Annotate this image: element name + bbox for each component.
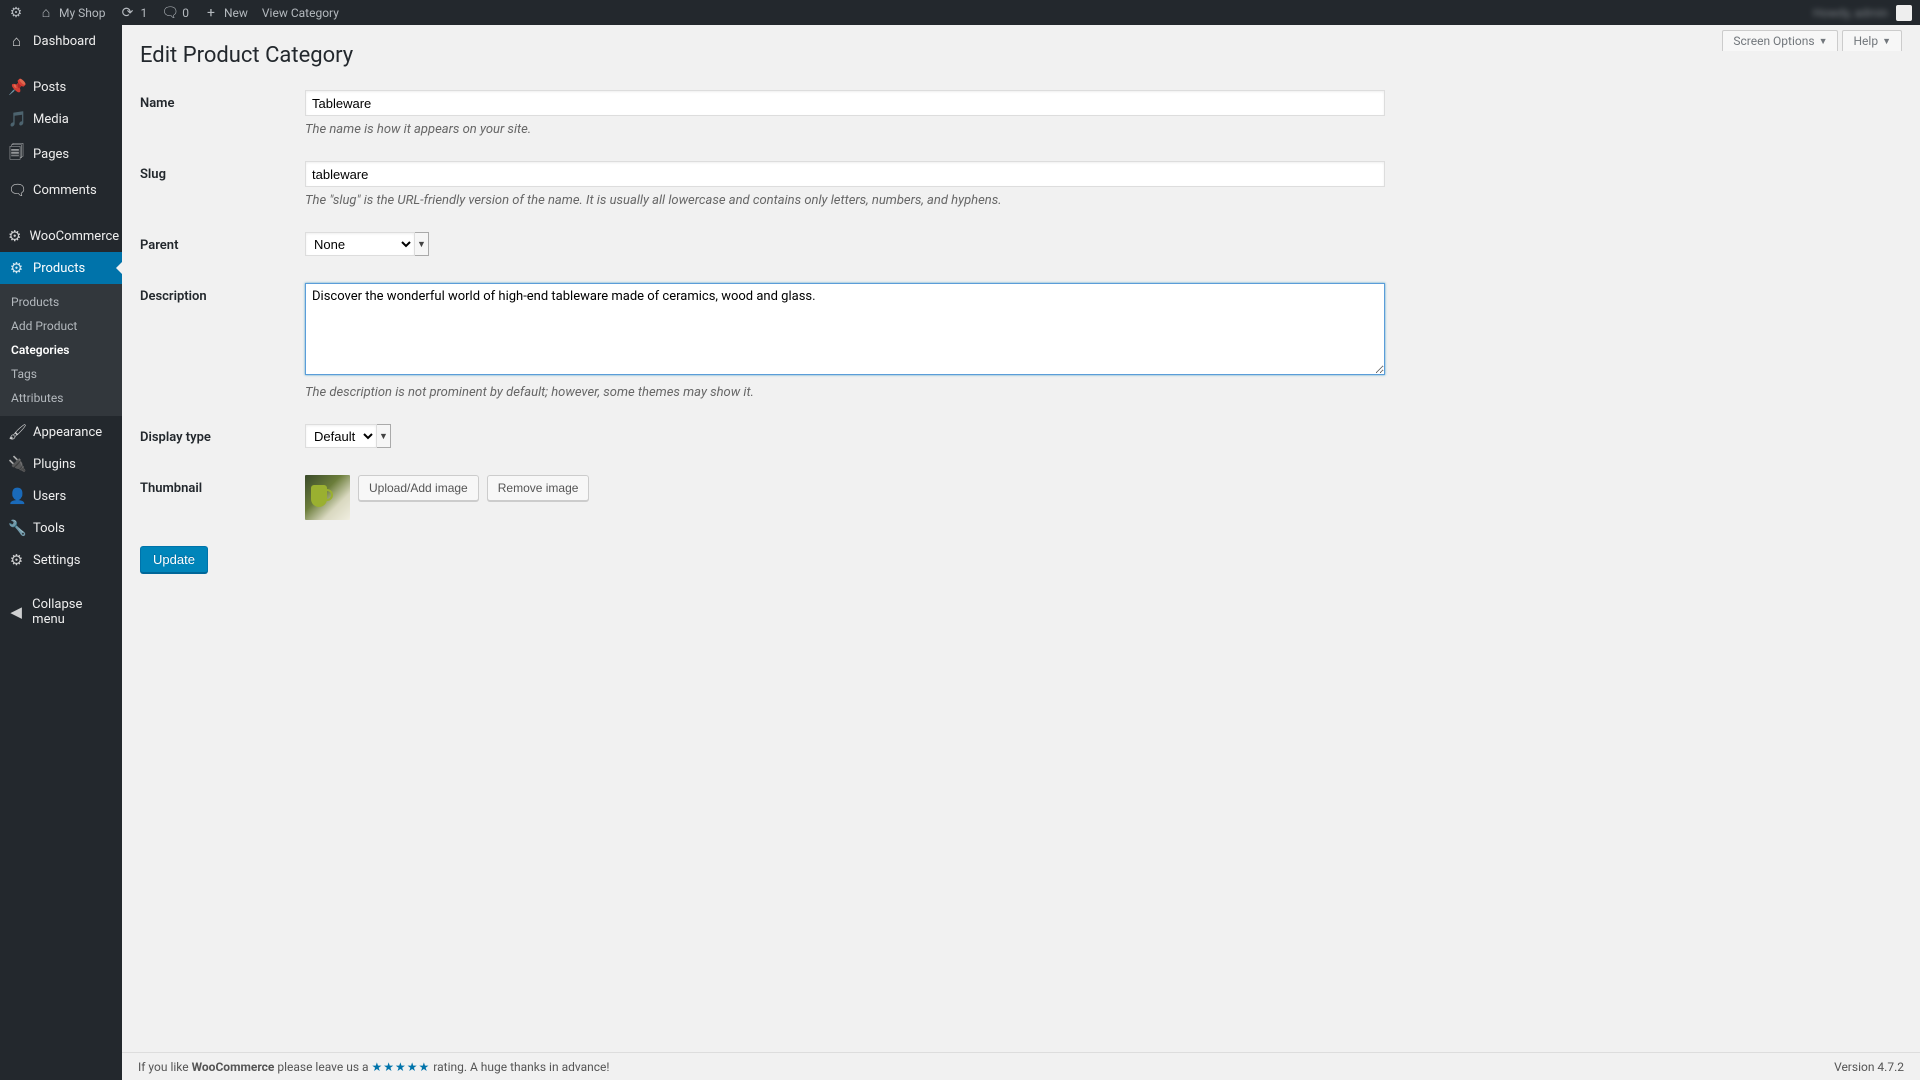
home-icon: ⌂	[38, 4, 54, 21]
tools-icon: 🔧	[8, 519, 25, 537]
name-help: The name is how it appears on your site.	[305, 122, 1385, 137]
sidebar-item-settings[interactable]: ⚙ Settings	[0, 544, 122, 576]
view-category-link[interactable]: View Category	[262, 6, 339, 20]
chevron-down-icon: ▼	[1882, 36, 1891, 47]
menu-label: Products	[33, 261, 85, 276]
menu-label: Posts	[33, 80, 66, 95]
sidebar-item-plugins[interactable]: 🔌 Plugins	[0, 448, 122, 480]
menu-label: WooCommerce	[29, 229, 119, 244]
woo-icon: ⚙	[8, 227, 21, 245]
plus-icon: +	[203, 5, 219, 21]
sidebar-item-tools[interactable]: 🔧 Tools	[0, 512, 122, 544]
description-label: Description	[140, 271, 305, 412]
sidebar-item-users[interactable]: 👤 Users	[0, 480, 122, 512]
name-label: Name	[140, 78, 305, 149]
users-icon: 👤	[8, 487, 25, 505]
menu-label: Dashboard	[33, 34, 96, 49]
wp-logo[interactable]: ⚙	[8, 5, 24, 21]
new-label: New	[224, 6, 248, 20]
parent-select[interactable]: None	[305, 232, 415, 256]
thumbnail-label: Thumbnail	[140, 463, 305, 532]
tab-label: Screen Options	[1733, 34, 1814, 48]
wordpress-icon: ⚙	[8, 5, 24, 21]
updates-count: 1	[140, 6, 147, 20]
view-label: View Category	[262, 6, 339, 20]
remove-image-button[interactable]: Remove image	[487, 475, 590, 501]
menu-label: Collapse menu	[32, 597, 114, 627]
submenu-categories[interactable]: Categories	[0, 338, 122, 362]
upload-image-button[interactable]: Upload/Add image	[358, 475, 479, 501]
help-tab[interactable]: Help ▼	[1842, 30, 1902, 51]
tab-label: Help	[1853, 34, 1878, 48]
sidebar-item-comments[interactable]: 🗨 Comments	[0, 174, 122, 206]
comments-link[interactable]: 🗨0	[161, 5, 189, 21]
site-name: My Shop	[59, 6, 105, 20]
admin-footer: If you like WooCommerce please leave us …	[122, 1052, 1920, 1080]
collapse-icon: ◀	[8, 603, 24, 621]
dashboard-icon: ⌂	[8, 32, 25, 50]
menu-label: Users	[33, 489, 66, 504]
name-input[interactable]	[305, 90, 1385, 116]
menu-label: Media	[33, 112, 69, 127]
sidebar-item-dashboard[interactable]: ⌂ Dashboard	[0, 25, 122, 57]
chevron-down-icon: ▼	[377, 424, 391, 448]
collapse-menu[interactable]: ◀ Collapse menu	[0, 590, 122, 634]
edit-form: Name The name is how it appears on your …	[140, 78, 1902, 532]
media-icon: 🎵	[8, 110, 25, 128]
menu-label: Appearance	[33, 425, 102, 440]
menu-label: Settings	[33, 553, 80, 568]
chevron-down-icon: ▼	[415, 232, 429, 256]
slug-label: Slug	[140, 149, 305, 220]
update-button[interactable]: Update	[140, 546, 208, 573]
settings-icon: ⚙	[8, 551, 25, 569]
main-content: Screen Options ▼ Help ▼ Edit Product Categ…	[122, 25, 1920, 1080]
page-title: Edit Product Category	[140, 25, 1902, 78]
footer-message: If you like WooCommerce please leave us …	[138, 1060, 609, 1074]
thumbnail-preview	[305, 475, 350, 520]
sidebar-item-pages[interactable]: 🗐 Pages	[0, 135, 122, 174]
sidebar-item-posts[interactable]: 📌 Posts	[0, 71, 122, 103]
slug-input[interactable]	[305, 161, 1385, 187]
menu-label: Plugins	[33, 457, 76, 472]
chevron-down-icon: ▼	[1819, 36, 1828, 47]
comment-icon: 🗨	[8, 181, 25, 199]
product-icon: ⚙	[8, 259, 25, 277]
description-help: The description is not prominent by defa…	[305, 385, 1385, 400]
submenu-products[interactable]: Products	[0, 290, 122, 314]
description-textarea[interactable]: Discover the wonderful world of high-end…	[305, 283, 1385, 375]
slug-help: The "slug" is the URL-friendly version o…	[305, 193, 1385, 208]
menu-label: Comments	[33, 183, 97, 198]
brush-icon: 🖌	[8, 423, 25, 441]
user-menu[interactable]: Howdy, admin	[1813, 6, 1888, 20]
page-icon: 🗐	[8, 142, 25, 167]
products-submenu: Products Add Product Categories Tags Att…	[0, 284, 122, 416]
menu-label: Tools	[33, 521, 65, 536]
submenu-tags[interactable]: Tags	[0, 362, 122, 386]
display-type-select[interactable]: Default	[305, 424, 377, 448]
parent-label: Parent	[140, 220, 305, 271]
user-avatar-icon[interactable]	[1896, 5, 1912, 21]
pin-icon: 📌	[8, 78, 25, 96]
updates-link[interactable]: ⟳1	[119, 5, 147, 21]
submenu-attributes[interactable]: Attributes	[0, 386, 122, 410]
admin-sidebar: ⌂ Dashboard 📌 Posts 🎵 Media 🗐 Pages 🗨 Comment…	[0, 25, 122, 1080]
comment-icon: 🗨	[161, 5, 177, 21]
sidebar-item-media[interactable]: 🎵 Media	[0, 103, 122, 135]
new-link[interactable]: + New	[203, 5, 248, 21]
sidebar-item-woocommerce[interactable]: ⚙ WooCommerce	[0, 220, 122, 252]
sidebar-item-appearance[interactable]: 🖌 Appearance	[0, 416, 122, 448]
sidebar-item-products[interactable]: ⚙ Products	[0, 252, 122, 284]
rating-link[interactable]: ★★★★★	[372, 1060, 431, 1074]
display-type-label: Display type	[140, 412, 305, 463]
refresh-icon: ⟳	[119, 5, 135, 21]
version-text: Version 4.7.2	[1834, 1060, 1904, 1074]
menu-label: Pages	[33, 147, 69, 162]
plugin-icon: 🔌	[8, 455, 25, 473]
screen-options-tab[interactable]: Screen Options ▼	[1722, 30, 1838, 51]
submenu-add-product[interactable]: Add Product	[0, 314, 122, 338]
admin-bar: ⚙ ⌂My Shop ⟳1 🗨0 +New View Category Howd…	[0, 0, 1920, 25]
comments-count: 0	[182, 6, 189, 20]
site-link[interactable]: ⌂ My Shop	[38, 4, 105, 21]
